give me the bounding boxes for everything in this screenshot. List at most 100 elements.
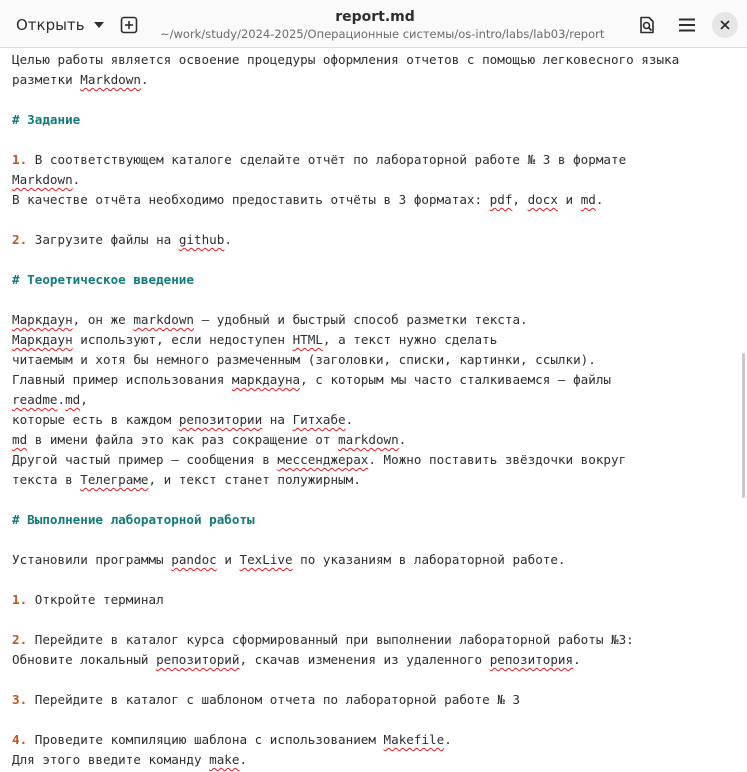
text-run: . — [573, 652, 581, 667]
text-run: и — [216, 552, 240, 567]
misspelled-word: Маркдаун — [12, 312, 73, 327]
text-run: Откройте терминал — [27, 592, 164, 607]
editor-line: Маркдаун, он же markdown — удобный и быс… — [12, 310, 528, 330]
editor-line: разметки Markdown. — [12, 70, 149, 90]
text-run: Целью работы является освоение процедуры… — [12, 52, 680, 67]
list-number: 2. — [12, 232, 28, 247]
misspelled-word: md — [12, 432, 28, 447]
text-run: , скачав изменения из удаленного — [239, 652, 490, 667]
text-run: текста в — [12, 472, 81, 487]
misspelled-word: markdown — [338, 432, 399, 447]
misspelled-word: make — [209, 752, 240, 767]
text-run: и — [557, 192, 581, 207]
editor-line: 1. В соответствующем каталоге сделайте о… — [12, 150, 626, 170]
editor-line: readme.md, — [12, 390, 88, 410]
text-run: Перейдите в каталог курса сформированный… — [27, 632, 634, 647]
search-document-icon — [640, 16, 654, 34]
text-run: , — [80, 392, 88, 407]
misspelled-word: md — [580, 192, 596, 207]
misspelled-word: HTML — [292, 332, 323, 347]
list-number: 2. — [12, 632, 28, 647]
misspelled-word: репозиторий — [156, 652, 240, 667]
new-tab-button[interactable] — [113, 9, 145, 41]
text-run: , он же — [72, 312, 134, 327]
text-run: . — [57, 392, 66, 407]
text-run: . — [224, 232, 232, 247]
text-editor-area[interactable]: Целью работы является освоение процедуры… — [0, 49, 747, 772]
text-run: Главный пример использования — [12, 372, 232, 387]
list-number: 1. — [12, 592, 28, 607]
vertical-scrollbar[interactable] — [742, 353, 745, 498]
text-run: Перейдите в каталог с шаблоном отчета по… — [27, 692, 521, 707]
search-button[interactable] — [631, 9, 663, 41]
editor-line: текста в Телеграме, и текст станет полуж… — [12, 470, 361, 490]
misspelled-word: маркдауна — [231, 372, 301, 387]
text-run: читаемым и хотя бы немного размеченным (… — [12, 352, 596, 367]
open-button-label: Открыть — [16, 16, 85, 34]
misspelled-word: Markdown — [12, 172, 73, 187]
editor-line: Другой частый пример — сообщения в мессе… — [12, 450, 626, 470]
text-run: , с которым мы часто сталкиваемся — файл… — [300, 372, 612, 387]
close-window-button[interactable] — [712, 12, 738, 38]
editor-line: Главный пример использования маркдауна, … — [12, 370, 611, 390]
text-run: используют, если недоступен — [72, 332, 293, 347]
editor-line: 1. Откройте терминал — [12, 590, 164, 610]
text-run: , — [512, 192, 528, 207]
text-run: . — [72, 172, 81, 187]
markdown-heading: # Выполнение лабораторной работы — [12, 512, 255, 527]
misspelled-word: github — [178, 232, 225, 247]
misspelled-word: markdown — [133, 312, 195, 327]
misspelled-word: Markdown — [80, 72, 141, 87]
editor-line: 2. Перейдите в каталог курса сформирован… — [12, 630, 634, 650]
editor-line: # Задание — [12, 110, 80, 130]
text-run: , а текст нужно сделать — [322, 332, 498, 347]
misspelled-word: Makefile — [383, 732, 445, 747]
misspelled-word: Телеграме — [80, 472, 149, 487]
editor-line: Целью работы является освоение процедуры… — [12, 50, 679, 70]
markdown-heading: # Задание — [12, 112, 81, 127]
editor-line: md в имени файла это как раз сокращение … — [12, 430, 406, 450]
misspelled-word: pdf — [489, 192, 513, 207]
misspelled-word: pandoc — [171, 552, 217, 567]
misspelled-word: TexLive — [239, 552, 293, 567]
misspelled-word: репозитория — [489, 652, 574, 667]
editor-line: 2. Загрузите файлы на github. — [12, 230, 232, 250]
editor-line: В качестве отчёта необходимо предоставит… — [12, 190, 603, 210]
editor-line: # Выполнение лабораторной работы — [12, 510, 255, 530]
editor-line: которые есть в каждом репозитории на Гит… — [12, 410, 353, 430]
open-button[interactable]: Открыть — [6, 10, 114, 40]
editor-line: Установили программы pandoc и TexLive по… — [12, 550, 566, 570]
text-run: . — [595, 192, 604, 207]
text-run: Установили программы — [12, 552, 172, 567]
misspelled-word: Гитхабе — [292, 412, 346, 427]
editor-line: Маркдаун используют, если недоступен HTM… — [12, 330, 497, 350]
text-run: . — [140, 72, 149, 87]
editor-line: # Теоретическое введение — [12, 270, 194, 290]
editor-line: 4. Проведите компиляцию шаблона с исполь… — [12, 730, 452, 750]
editor-line: Markdown. — [12, 170, 80, 190]
editor-line: Обновите локальный репозиторий, скачав и… — [12, 650, 581, 670]
editor-line: читаемым и хотя бы немного размеченным (… — [12, 350, 596, 370]
text-run: . — [345, 412, 354, 427]
text-run: Проведите компиляцию шаблона с использов… — [27, 732, 384, 747]
misspelled-word: md — [65, 392, 81, 407]
text-run: на — [262, 412, 293, 427]
misspelled-word: readme — [12, 392, 58, 407]
text-run: Обновите локальный — [12, 652, 157, 667]
misspelled-word: docx — [527, 192, 558, 207]
chevron-down-icon — [93, 22, 104, 28]
text-run: разметки — [12, 72, 81, 87]
text-run: В соответствующем каталоге сделайте отчё… — [27, 152, 627, 167]
new-tab-icon — [120, 16, 138, 34]
header-bar: Открыть report.md ~/work/study/2024-2025… — [0, 0, 747, 48]
document-path: ~/work/study/2024-2025/Операционные сист… — [160, 27, 605, 41]
text-run: Для этого введите команду — [12, 752, 210, 767]
main-menu-button[interactable] — [671, 9, 703, 41]
markdown-heading: # Теоретическое введение — [12, 272, 194, 287]
list-number: 4. — [12, 732, 28, 747]
hamburger-menu-icon — [679, 18, 695, 32]
misspelled-word: мессенджерах — [277, 452, 369, 467]
list-number: 3. — [12, 692, 28, 707]
editor-line: Для этого введите команду make. — [12, 750, 247, 770]
text-run: по указаниям в лабораторной работе. — [292, 552, 566, 567]
